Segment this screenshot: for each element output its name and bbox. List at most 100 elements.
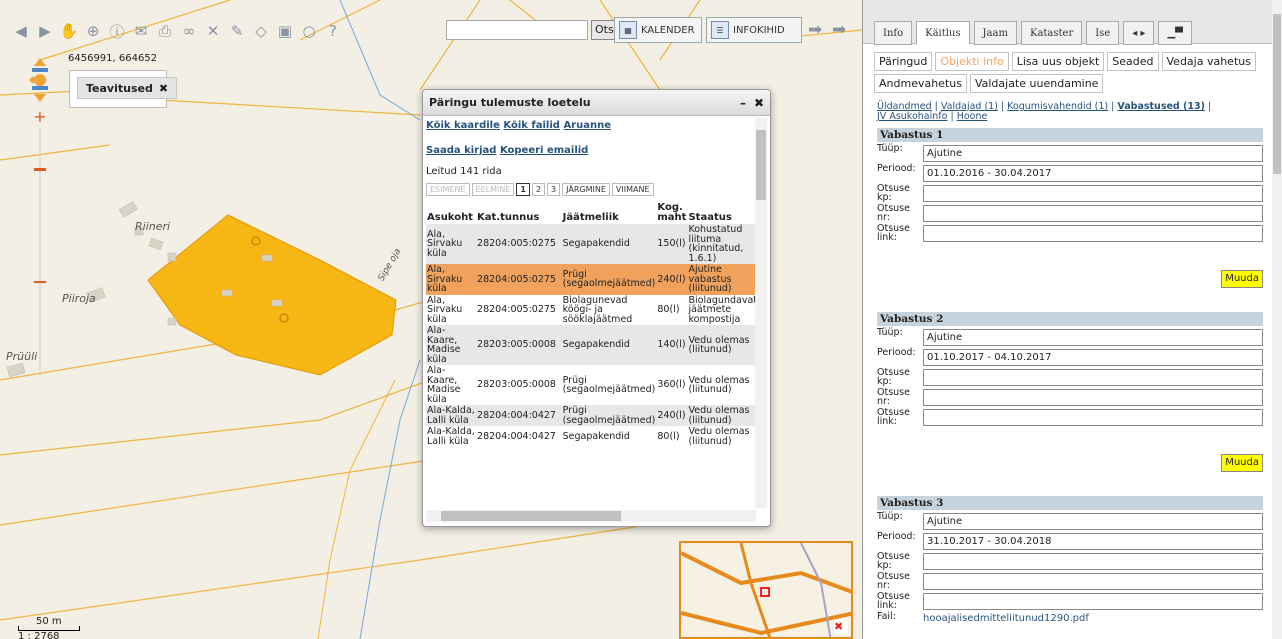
infolayers-button[interactable]: ☰ INFOKIHID — [706, 17, 802, 43]
otsuse-nr-field[interactable] — [923, 205, 1263, 222]
otsuse-link-field[interactable] — [923, 593, 1263, 610]
col-asukoht[interactable]: Asukoht — [426, 202, 476, 224]
resize-arrows-icon[interactable]: ◂ ▸ — [1123, 21, 1155, 45]
panel-scrollbar[interactable] — [1272, 0, 1282, 639]
pager-next[interactable]: JÄRGMINE — [562, 183, 610, 196]
pager-first[interactable]: ESIMENE — [426, 183, 470, 196]
pager-page-2[interactable]: 2 — [531, 183, 546, 196]
info-icon[interactable]: ⓘ — [106, 20, 128, 42]
table-row[interactable]: Ala-Kaare, Madise küla 28203:005:0008 Pr… — [426, 365, 756, 405]
help-icon[interactable]: ? — [322, 20, 344, 42]
link-vabastused[interactable]: Vabastused (13) — [1117, 101, 1205, 112]
col-kat-tunnus[interactable]: Kat.tunnus — [476, 202, 562, 224]
minimize-icon[interactable]: – — [740, 96, 746, 110]
link-kogumisvahendid[interactable]: Kogumisvahendid (1) — [1007, 101, 1108, 112]
svg-text:+: + — [33, 107, 46, 126]
tab-jaam[interactable]: Jaam — [973, 21, 1017, 45]
tab-info[interactable]: Info — [874, 21, 913, 45]
file-link[interactable]: hooajalisedmitteliitunud1290.pdf — [923, 613, 1089, 624]
subtab-lisa-uus-objekt[interactable]: Lisa uus objekt — [1011, 52, 1105, 71]
cell-staatus: Vedu olemas (liitunud) — [688, 426, 750, 447]
notifications-chip[interactable]: Teavitused ✖ — [77, 77, 178, 99]
col-jaatmeliik[interactable]: Jäätmeliik — [562, 202, 657, 224]
muuda-button[interactable]: Muuda — [1221, 454, 1263, 472]
tab-kataster[interactable]: Kataster — [1020, 21, 1083, 45]
otsuse-nr-field[interactable] — [923, 389, 1263, 406]
vabastus-2: Vabastus 2 Tüüp: Ajutine Periood: 01.10.20… — [877, 312, 1263, 482]
layout-toggle-icon[interactable]: ▁▀ — [1158, 21, 1192, 45]
copy-emails-link[interactable]: Kopeeri emailid — [500, 145, 588, 156]
all-to-map-link[interactable]: Kõik kaardile — [426, 120, 500, 131]
otsuse-kp-field[interactable] — [923, 185, 1263, 202]
col-kog-maht[interactable]: Kog. maht — [656, 202, 687, 224]
dialog-header[interactable]: Päringu tulemuste loetelu – ✖ — [423, 90, 770, 116]
search-input[interactable] — [446, 20, 588, 40]
circle-icon[interactable]: ○ — [298, 20, 320, 42]
cell-maht: 140(l) — [656, 325, 688, 365]
zoom-slider[interactable]: + — [30, 56, 50, 376]
muuda-button[interactable]: Muuda — [1221, 270, 1263, 288]
dialog-horizontal-scrollbar[interactable] — [426, 510, 756, 522]
calendar-button[interactable]: ▦ KALENDER — [614, 17, 702, 43]
subtab-valdajate-uuendamine[interactable]: Valdajate uuendamine — [969, 74, 1104, 93]
otsuse-kp-field[interactable] — [923, 369, 1263, 386]
overview-minimap[interactable]: ✖ — [679, 541, 853, 639]
subtab-objekti-info[interactable]: Objekti info — [935, 52, 1009, 71]
periood-field[interactable]: 31.10.2017 - 30.04.2018 — [923, 533, 1263, 550]
report-link[interactable]: Aruanne — [563, 120, 611, 131]
table-row[interactable]: Ala-Kaare, Madise küla 28203:005:0008 Se… — [426, 325, 756, 365]
measure-icon[interactable]: ✕ — [202, 20, 224, 42]
minimap-close-icon[interactable]: ✖ — [834, 620, 848, 634]
table-row[interactable]: Ala, Sirvaku küla 28204:005:0275 Biolagu… — [426, 295, 756, 326]
link-hoone[interactable]: Hoone — [957, 111, 988, 122]
otsuse-link-field[interactable] — [923, 225, 1263, 242]
zoom-icon[interactable]: ⊕ — [82, 20, 104, 42]
table-row[interactable]: Ala, Sirvaku küla 28204:005:0275 Segapak… — [426, 224, 756, 264]
tyyp-field[interactable]: Ajutine — [923, 329, 1263, 346]
pager-last[interactable]: VIIMANE — [611, 183, 654, 196]
last-arrow-icon[interactable]: ➡ — [832, 20, 846, 40]
dialog-close-icon[interactable]: ✖ — [754, 96, 764, 110]
cell-maht: 150(l) — [656, 224, 688, 264]
otsuse-link-field[interactable] — [923, 409, 1263, 426]
subtab-andmevahetus[interactable]: Andmevahetus — [874, 74, 967, 93]
periood-field[interactable]: 01.10.2016 - 30.04.2017 — [923, 165, 1263, 182]
cell-staatus: Biolagundavat jäätmete kompostija — [688, 294, 756, 325]
export-icon[interactable]: ▣ — [274, 20, 296, 42]
tab-kaitlus[interactable]: Käitlus — [916, 21, 970, 45]
pan-hand-icon[interactable]: ✋ — [58, 20, 80, 42]
tab-ise[interactable]: Ise — [1086, 21, 1120, 45]
label-otsuse-link: Otsuse link: — [877, 407, 910, 427]
link-icon[interactable]: ∞ — [178, 20, 200, 42]
eraser-icon[interactable]: ◇ — [250, 20, 272, 42]
next-arrow-icon[interactable]: ➡ — [808, 20, 822, 40]
close-icon[interactable]: ✖ — [159, 82, 168, 95]
pager-page-3[interactable]: 3 — [547, 183, 561, 196]
table-row[interactable]: Ala-Kalda, Lalli küla 28204:004:0427 Seg… — [426, 426, 756, 447]
mail-icon[interactable]: ✉ — [130, 20, 152, 42]
table-row[interactable]: Ala-Kalda, Lalli küla 28204:004:0427 Prü… — [426, 405, 756, 426]
all-files-link[interactable]: Kõik failid — [503, 120, 560, 131]
pager-prev[interactable]: EELMINE — [471, 183, 515, 196]
subtab-seaded[interactable]: Seaded — [1107, 52, 1159, 71]
periood-field[interactable]: 01.10.2017 - 04.10.2017 — [923, 349, 1263, 366]
dialog-vertical-scrollbar[interactable] — [755, 118, 767, 508]
send-letters-link[interactable]: Saada kirjad — [426, 145, 496, 156]
cell-jaatmeliik: Prügi (segaolmejäätmed) — [561, 405, 657, 426]
subtab-vedaja-vahetus[interactable]: Vedaja vahetus — [1161, 52, 1256, 71]
tyyp-field[interactable]: Ajutine — [923, 145, 1263, 162]
print-icon[interactable]: ⎙ — [154, 20, 176, 42]
tyyp-field[interactable]: Ajutine — [923, 513, 1263, 530]
subtab-paringud[interactable]: Päringud — [874, 52, 933, 71]
draw-icon[interactable]: ✎ — [226, 20, 248, 42]
link-jv-asukohainfo[interactable]: JV Asukohainfo — [877, 111, 947, 122]
map-toolbar: ◀ ▶ ✋ ⊕ ⓘ ✉ ⎙ ∞ ✕ ✎ ◇ ▣ ○ ? — [0, 14, 344, 48]
forward-arrow-icon[interactable]: ▶ — [34, 20, 56, 42]
label-otsuse-kp: Otsuse kp: — [877, 551, 910, 571]
pager-page-1[interactable]: 1 — [516, 183, 530, 196]
col-staatus[interactable]: Staatus — [687, 202, 756, 224]
table-row-selected[interactable]: Ala, Sirvaku küla 28204:005:0275 Prügi (… — [426, 264, 756, 295]
back-arrow-icon[interactable]: ◀ — [10, 20, 32, 42]
otsuse-kp-field[interactable] — [923, 553, 1263, 570]
otsuse-nr-field[interactable] — [923, 573, 1263, 590]
